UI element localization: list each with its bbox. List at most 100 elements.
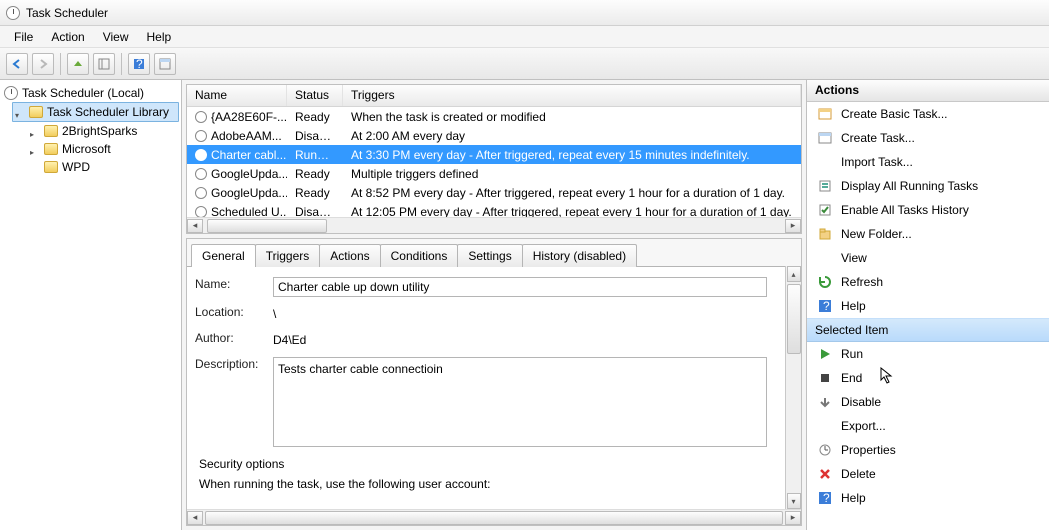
scroll-right-icon[interactable]: ▸ — [785, 511, 801, 525]
action-label: Import Task... — [841, 155, 913, 169]
action-create-task[interactable]: Create Task... — [807, 126, 1049, 150]
name-input[interactable] — [273, 277, 767, 297]
action-icon — [817, 274, 833, 290]
task-row[interactable]: {AA28E60F-...ReadyWhen the task is creat… — [187, 107, 801, 126]
task-details: General Triggers Actions Conditions Sett… — [186, 238, 802, 526]
action-icon — [817, 178, 833, 194]
tab-general[interactable]: General — [191, 244, 256, 267]
tab-history[interactable]: History (disabled) — [522, 244, 637, 267]
tree-root[interactable]: Task Scheduler (Local) — [2, 84, 179, 102]
expander-icon[interactable] — [30, 144, 40, 154]
scroll-left-icon[interactable]: ◂ — [187, 219, 203, 233]
properties-toolbar-button[interactable] — [154, 53, 176, 75]
action-icon — [817, 154, 833, 170]
action-refresh[interactable]: Refresh — [807, 270, 1049, 294]
navigation-tree[interactable]: Task Scheduler (Local) Task Scheduler Li… — [0, 80, 182, 530]
scroll-right-icon[interactable]: ▸ — [785, 219, 801, 233]
action-icon — [817, 346, 833, 362]
menu-file[interactable]: File — [6, 27, 41, 47]
actions-header: Actions — [807, 80, 1049, 102]
action-label: Export... — [841, 419, 886, 433]
menu-action[interactable]: Action — [43, 27, 92, 47]
scroll-up-icon[interactable]: ▴ — [787, 266, 801, 282]
task-row[interactable]: GoogleUpda...ReadyAt 8:52 PM every day -… — [187, 183, 801, 202]
name-label: Name: — [195, 277, 273, 291]
scroll-down-icon[interactable]: ▾ — [787, 493, 801, 509]
col-triggers[interactable]: Triggers — [343, 85, 801, 106]
tree-library[interactable]: Task Scheduler Library — [12, 102, 179, 122]
action-label: Help — [841, 299, 866, 313]
action-icon — [817, 394, 833, 410]
menu-help[interactable]: Help — [139, 27, 180, 47]
tree-child[interactable]: WPD — [28, 158, 179, 176]
menubar: File Action View Help — [0, 26, 1049, 48]
svg-text:?: ? — [136, 58, 143, 70]
action-icon — [817, 250, 833, 266]
action-label: End — [841, 371, 862, 385]
task-status: Ready — [287, 110, 343, 124]
action-disable[interactable]: Disable — [807, 390, 1049, 414]
action-help[interactable]: ? Help — [807, 294, 1049, 318]
task-row[interactable]: GoogleUpda...ReadyMultiple triggers defi… — [187, 164, 801, 183]
action-icon: ? — [817, 490, 833, 506]
action-import-task[interactable]: Import Task... — [807, 150, 1049, 174]
description-textarea[interactable]: Tests charter cable connectioin — [273, 357, 767, 447]
details-vscrollbar[interactable]: ▴ ▾ — [785, 266, 801, 509]
details-hscrollbar[interactable]: ◂ ▸ — [187, 509, 801, 525]
action-icon: ? — [817, 298, 833, 314]
action-create-basic-task[interactable]: Create Basic Task... — [807, 102, 1049, 126]
show-hide-tree-button[interactable] — [93, 53, 115, 75]
action-display-all-running-tasks[interactable]: Display All Running Tasks — [807, 174, 1049, 198]
action-end[interactable]: End — [807, 366, 1049, 390]
action-export[interactable]: Export... — [807, 414, 1049, 438]
action-properties[interactable]: Properties — [807, 438, 1049, 462]
list-hscrollbar[interactable]: ◂ ▸ — [187, 217, 801, 233]
action-new-folder[interactable]: New Folder... — [807, 222, 1049, 246]
tab-actions[interactable]: Actions — [319, 244, 380, 267]
forward-button[interactable] — [32, 53, 54, 75]
titlebar: Task Scheduler — [0, 0, 1049, 26]
location-value: \ — [273, 305, 276, 323]
scroll-thumb[interactable] — [787, 284, 801, 354]
tree-child[interactable]: Microsoft — [28, 140, 179, 158]
col-status[interactable]: Status — [287, 85, 343, 106]
scroll-thumb[interactable] — [205, 511, 783, 525]
expander-icon[interactable] — [15, 107, 25, 117]
security-options-header: Security options — [199, 457, 773, 471]
action-delete[interactable]: Delete — [807, 462, 1049, 486]
action-enable-all-tasks-history[interactable]: Enable All Tasks History — [807, 198, 1049, 222]
action-icon — [817, 442, 833, 458]
task-status: Running — [287, 148, 343, 162]
task-row[interactable]: Scheduled U...DisabledAt 12:05 PM every … — [187, 202, 801, 217]
task-name: Charter cabl... — [211, 148, 286, 162]
action-run[interactable]: Run — [807, 342, 1049, 366]
action-label: Display All Running Tasks — [841, 179, 978, 193]
task-row[interactable]: Charter cabl...RunningAt 3:30 PM every d… — [187, 145, 801, 164]
up-button[interactable] — [67, 53, 89, 75]
clock-icon — [195, 111, 207, 123]
tab-triggers[interactable]: Triggers — [255, 244, 321, 267]
col-name[interactable]: Name — [187, 85, 287, 106]
action-icon — [817, 418, 833, 434]
task-name: GoogleUpda... — [211, 167, 287, 181]
menu-view[interactable]: View — [95, 27, 137, 47]
task-row[interactable]: AdobeAAM...DisabledAt 2:00 AM every day — [187, 126, 801, 145]
action-help[interactable]: ?Help — [807, 486, 1049, 510]
tree-child[interactable]: 2BrightSparks — [28, 122, 179, 140]
tab-settings[interactable]: Settings — [457, 244, 522, 267]
action-label: View — [841, 251, 867, 265]
scroll-left-icon[interactable]: ◂ — [187, 511, 203, 525]
toolbar: ? — [0, 48, 1049, 80]
task-list[interactable]: Name Status Triggers {AA28E60F-...ReadyW… — [186, 84, 802, 234]
task-name: Scheduled U... — [211, 205, 287, 218]
action-view[interactable]: View — [807, 246, 1049, 270]
help-button[interactable]: ? — [128, 53, 150, 75]
expander-icon[interactable] — [30, 126, 40, 136]
task-status: Disabled — [287, 205, 343, 218]
back-button[interactable] — [6, 53, 28, 75]
tab-conditions[interactable]: Conditions — [380, 244, 459, 267]
details-tabs: General Triggers Actions Conditions Sett… — [187, 239, 801, 266]
scroll-thumb[interactable] — [207, 219, 327, 233]
task-triggers: At 12:05 PM every day - After triggered,… — [343, 205, 801, 218]
center-panel: Name Status Triggers {AA28E60F-...ReadyW… — [182, 80, 807, 530]
